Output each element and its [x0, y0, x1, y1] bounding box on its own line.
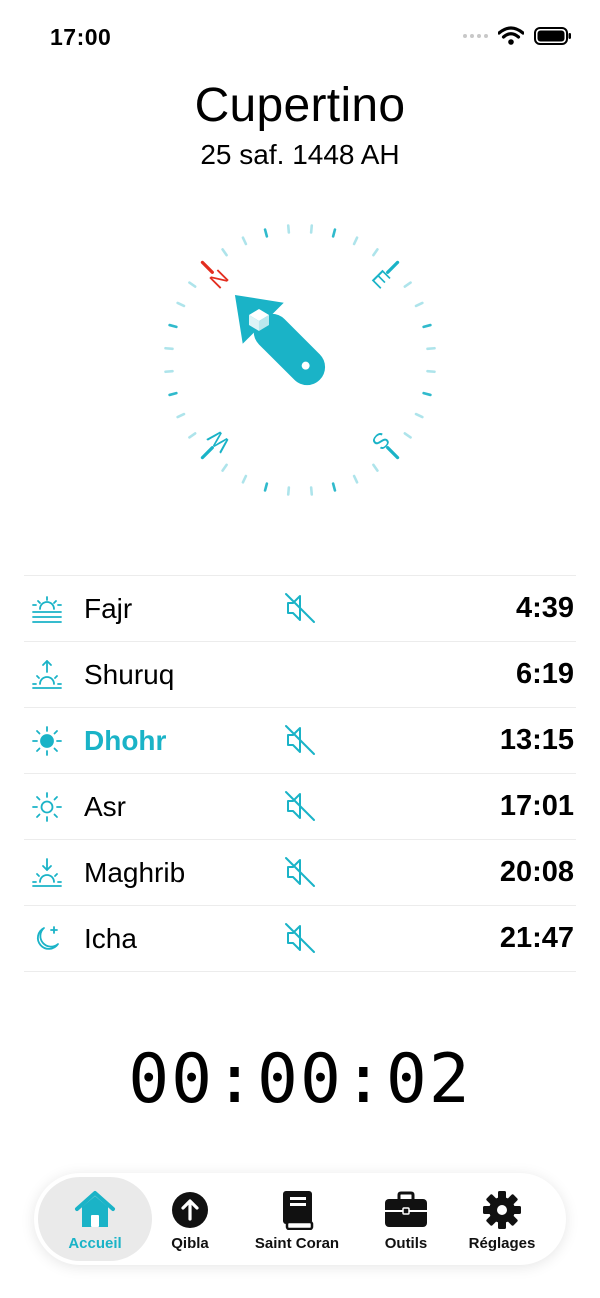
prayer-row-shuruq[interactable]: Shuruq 6:19	[24, 642, 576, 708]
tab-bar: Accueil Qibla Saint Coran Outils Réglage…	[34, 1173, 566, 1265]
battery-icon	[534, 27, 571, 45]
compass-tick	[286, 224, 291, 234]
prayer-name: Maghrib	[84, 857, 186, 888]
qibla-compass[interactable]: N E S W	[160, 220, 440, 500]
sun-outline-icon	[32, 792, 62, 822]
compass-tick	[188, 281, 197, 288]
house-icon	[72, 1187, 118, 1233]
compass-tick	[414, 412, 424, 419]
tab-label: Réglages	[468, 1234, 536, 1252]
tab-label: Accueil	[68, 1234, 122, 1252]
status-icons	[463, 26, 572, 46]
wifi-icon	[498, 26, 524, 45]
prayer-name: Asr	[84, 791, 126, 822]
prayer-name: Icha	[84, 923, 137, 954]
cellular-signal-icon	[463, 34, 488, 38]
tab-saint-coran[interactable]: Saint Coran	[244, 1177, 350, 1261]
compass-tick	[164, 369, 174, 374]
tab-label: Saint Coran	[254, 1234, 340, 1252]
compass-tick	[372, 463, 379, 472]
prayer-name: Dhohr	[84, 725, 167, 756]
compass-tick	[352, 474, 359, 484]
prayer-name: Fajr	[84, 593, 133, 624]
prayer-row-dhohr[interactable]: Dhohr 13:15	[24, 708, 576, 774]
prayer-row-asr[interactable]: Asr 17:01	[24, 774, 576, 840]
tab-accueil[interactable]: Accueil	[38, 1177, 152, 1261]
city-title: Cupertino	[194, 79, 406, 132]
header: Cupertino 25 saf. 1448 AH	[0, 78, 600, 172]
tab-label: Outils	[384, 1234, 428, 1252]
tab-outils[interactable]: Outils	[368, 1177, 444, 1261]
sun-filled-icon	[32, 726, 62, 756]
compass-tick	[422, 391, 432, 397]
compass-tick	[263, 482, 269, 492]
briefcase-icon	[383, 1187, 429, 1233]
prayer-time: 17:01	[499, 790, 574, 822]
sunset-arrow-icon	[32, 858, 62, 887]
compass-tick	[309, 224, 314, 234]
countdown-timer: 00:00:02	[128, 1040, 472, 1119]
compass-tick	[221, 248, 228, 257]
arrow-up-circle-icon	[167, 1187, 213, 1233]
compass-tick	[422, 323, 432, 329]
tab-reglages[interactable]: Réglages	[460, 1177, 544, 1261]
compass-tick	[352, 236, 359, 246]
prayer-row-icha[interactable]: Icha 21:47	[24, 906, 576, 972]
prayer-name: Shuruq	[84, 659, 175, 690]
tab-qibla[interactable]: Qibla	[152, 1177, 228, 1261]
compass-tick	[331, 228, 337, 238]
speaker-muted-icon[interactable]	[282, 920, 318, 956]
status-time: 17:00	[50, 24, 112, 50]
sunrise-arrow-icon	[32, 660, 62, 689]
prayer-time: 13:15	[499, 724, 574, 756]
compass-tick	[168, 323, 178, 329]
prayer-row-maghrib[interactable]: Maghrib 20:08	[24, 840, 576, 906]
compass-tick	[403, 281, 412, 288]
compass-tick	[241, 236, 248, 246]
compass-tick	[221, 463, 228, 472]
prayer-time: 21:47	[499, 922, 574, 954]
compass-tick	[372, 248, 379, 257]
compass-tick	[286, 486, 291, 496]
prayer-times-list: Fajr 4:39 Shuruq 6:19 Dhohr 13:15 Asr 17…	[24, 575, 576, 972]
compass-tick	[414, 301, 424, 308]
compass-tick	[426, 346, 436, 351]
compass-tick	[263, 228, 269, 238]
compass-tick	[331, 482, 337, 492]
status-bar: 17:00	[0, 0, 600, 78]
prayer-time: 6:19	[515, 658, 574, 690]
gear-icon	[479, 1187, 525, 1233]
speaker-muted-icon[interactable]	[282, 854, 318, 890]
compass-tick	[168, 391, 178, 397]
speaker-muted-icon[interactable]	[282, 590, 318, 626]
speaker-muted-icon[interactable]	[282, 722, 318, 758]
compass-tick	[176, 412, 186, 419]
compass-tick	[403, 432, 412, 439]
compass-tick	[176, 301, 186, 308]
prayer-time: 20:08	[499, 856, 574, 888]
prayer-time: 4:39	[515, 592, 574, 624]
sunrise-lines-icon	[32, 596, 62, 623]
compass-tick	[241, 474, 248, 484]
tab-label: Qibla	[171, 1234, 209, 1252]
book-icon	[274, 1187, 320, 1233]
moon-stars-icon	[37, 926, 59, 950]
compass-tick	[426, 369, 436, 374]
compass-tick	[164, 346, 174, 351]
hijri-date: 25 saf. 1448 AH	[200, 139, 400, 170]
speaker-muted-icon[interactable]	[282, 788, 318, 824]
prayer-row-fajr[interactable]: Fajr 4:39	[24, 576, 576, 642]
compass-tick	[309, 486, 314, 496]
qibla-needle	[234, 294, 326, 386]
compass-tick	[188, 432, 197, 439]
